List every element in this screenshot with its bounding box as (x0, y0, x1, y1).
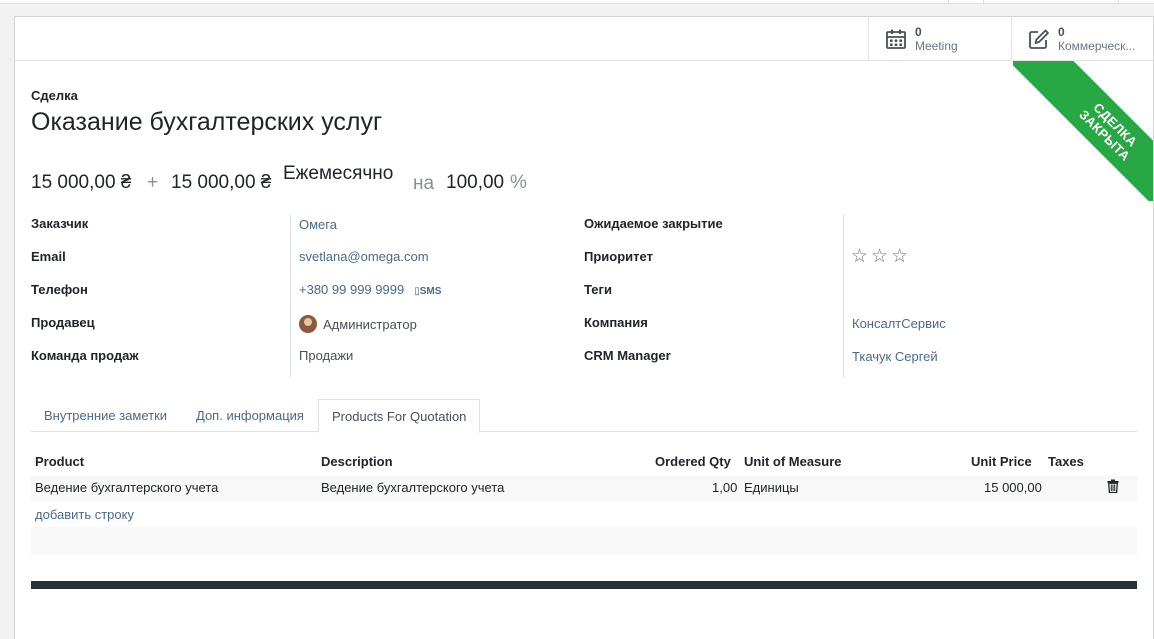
ribbon-text: СДЕЛКА ЗАКРЫТА (1013, 61, 1153, 201)
tab-extra-info[interactable]: Доп. информация (183, 399, 317, 432)
tags-label: Теги (584, 282, 612, 297)
column-header-description[interactable]: Description (321, 454, 393, 469)
email-value[interactable]: svetlana@omega.com (299, 249, 429, 264)
chatter-divider (31, 581, 1137, 589)
on-label: на (413, 173, 435, 194)
crm-manager-label: CRM Manager (584, 348, 671, 363)
meeting-stat-button[interactable]: 0 Meeting (868, 17, 1011, 61)
priority-label: Приоритет (584, 249, 653, 264)
customer-value[interactable]: Омега (299, 217, 337, 232)
probability-value[interactable]: 100,00 (446, 172, 504, 194)
plus-sign: + (147, 172, 159, 193)
salesperson-label: Продавец (31, 315, 95, 330)
phone-field: +380 99 999 9999 ▯SMS (299, 282, 441, 297)
commercial-count: 0 (1058, 25, 1065, 39)
row-qty[interactable]: 1,00 (712, 480, 737, 495)
edit-icon (1029, 29, 1049, 49)
company-value[interactable]: КонсалтСервис (852, 316, 946, 331)
column-header-unit-price[interactable]: Unit Price (971, 454, 1032, 469)
avatar (299, 315, 317, 333)
notebook-tabs: Внутренние заметки Доп. информация Produ… (31, 399, 1137, 433)
salesperson-field[interactable]: Администратор (299, 315, 417, 333)
calendar-icon (886, 29, 906, 49)
navbar-divider (948, 0, 949, 4)
right-group-separator (843, 214, 844, 378)
salesperson-value: Администратор (323, 317, 417, 332)
form-sheet: 0 Meeting 0 Коммерческ... СДЕЛКА ЗАКРЫТА… (14, 16, 1154, 639)
add-line-link[interactable]: добавить строку (35, 507, 134, 522)
record-type-label: Сделка (31, 88, 78, 103)
email-label: Email (31, 249, 66, 264)
crm-manager-value[interactable]: Ткачук Сергей (852, 349, 938, 364)
row-description[interactable]: Ведение бухгалтерского учета (321, 480, 504, 495)
meeting-stat-text: 0 Meeting (915, 25, 958, 53)
tab-internal-notes[interactable]: Внутренние заметки (31, 399, 180, 432)
sales-team-label: Команда продаж (31, 348, 139, 363)
navbar-divider (983, 0, 984, 4)
left-group-separator (290, 214, 291, 378)
smart-button-box: 0 Meeting 0 Коммерческ... (15, 17, 1153, 61)
trash-icon[interactable] (1107, 479, 1119, 493)
top-navbar (0, 0, 1154, 4)
commercial-stat-button[interactable]: 0 Коммерческ... (1011, 17, 1153, 61)
sales-team-value[interactable]: Продажи (299, 348, 353, 363)
recurring-revenue[interactable]: 15 000,00 ₴ (171, 172, 271, 194)
priority-stars[interactable]: ☆☆☆ (851, 245, 911, 268)
phone-label: Телефон (31, 282, 88, 297)
sms-label: SMS (419, 286, 442, 297)
customer-label: Заказчик (31, 216, 89, 231)
percent-sign: % (510, 172, 527, 193)
table-footer (31, 527, 1137, 555)
column-header-ordered-qty[interactable]: Ordered Qty (655, 454, 731, 469)
row-unit-price[interactable]: 15 000,00 (984, 480, 1042, 495)
meeting-label: Meeting (915, 39, 958, 53)
meeting-count: 0 (915, 25, 922, 39)
column-header-taxes[interactable]: Taxes (1048, 454, 1084, 469)
column-header-uom[interactable]: Unit of Measure (744, 454, 842, 469)
phone-value[interactable]: +380 99 999 9999 (299, 282, 404, 297)
company-label: Компания (584, 315, 648, 330)
commercial-label: Коммерческ... (1058, 39, 1136, 53)
expected-revenue[interactable]: 15 000,00 ₴ (31, 172, 131, 194)
navbar-divider (1118, 0, 1119, 4)
tab-products-for-quotation[interactable]: Products For Quotation (318, 399, 481, 433)
expected-closing-label: Ожидаемое закрытие (584, 216, 723, 231)
row-uom[interactable]: Единицы (744, 480, 799, 495)
commercial-stat-text: 0 Коммерческ... (1058, 25, 1148, 53)
status-ribbon: СДЕЛКА ЗАКРЫТА (1013, 61, 1153, 201)
opportunity-title[interactable]: Оказание бухгалтерских услуг (31, 108, 382, 137)
column-header-product[interactable]: Product (35, 454, 84, 469)
sms-button[interactable]: ▯SMS (414, 286, 441, 297)
recurring-period[interactable]: Ежемесячно (283, 163, 393, 185)
row-product[interactable]: Ведение бухгалтерского учета (35, 480, 218, 495)
